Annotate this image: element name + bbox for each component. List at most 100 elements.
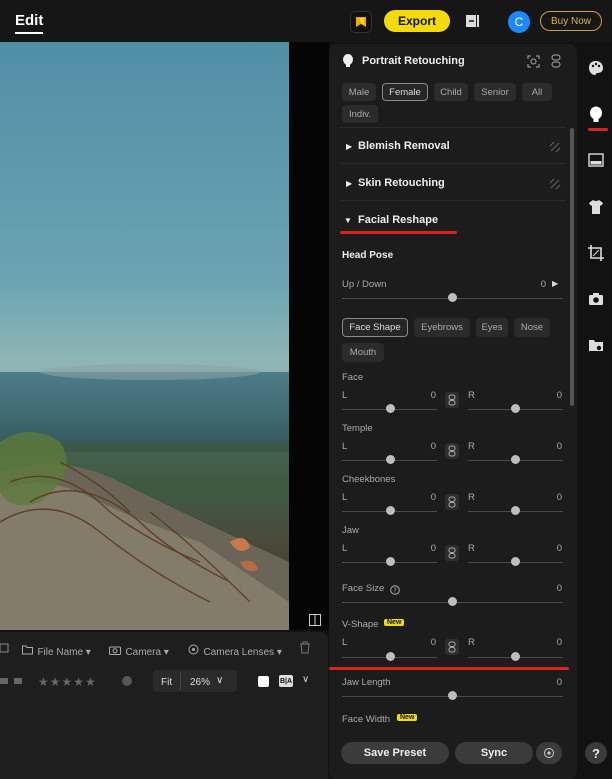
jaw-length-slider-knob[interactable] — [448, 691, 457, 700]
filter-icon[interactable] — [0, 641, 10, 653]
v-shape-l-value[interactable]: 0 — [416, 637, 436, 648]
trash-icon[interactable] — [299, 641, 311, 654]
zoom-divider — [180, 672, 181, 690]
tab-eyes[interactable]: Eyes — [476, 318, 508, 337]
eraser-icon[interactable] — [549, 177, 561, 190]
temple-l-knob[interactable] — [386, 455, 395, 464]
tab-nose[interactable]: Nose — [514, 318, 550, 337]
jaw-length-value[interactable]: 0 — [542, 677, 562, 688]
photo-canvas[interactable] — [0, 42, 289, 630]
head-pose-title: Head Pose — [342, 250, 394, 261]
camera-icon[interactable] — [588, 291, 604, 307]
face-r-knob[interactable] — [511, 404, 520, 413]
caret-right-icon[interactable]: ▶ — [346, 142, 352, 151]
tab-mouth[interactable]: Mouth — [342, 343, 384, 362]
cheekbones-r-value[interactable]: 0 — [542, 492, 562, 503]
jaw-r-label: R — [468, 543, 475, 554]
section-blemish-removal[interactable]: Blemish Removal — [358, 140, 450, 152]
tab-male[interactable]: Male — [342, 83, 376, 101]
zoom-level[interactable]: 26% — [190, 677, 210, 688]
active-tool-indicator — [588, 128, 608, 131]
fit-button[interactable]: Fit — [161, 677, 172, 688]
sync-settings-button[interactable] — [536, 742, 562, 764]
chevron-down-icon[interactable]: ∨ — [216, 675, 223, 686]
v-shape-r-value[interactable]: 0 — [542, 637, 562, 648]
lens-icon — [188, 644, 199, 655]
background-color-swatch[interactable] — [258, 676, 269, 687]
up-down-value[interactable]: 0 — [526, 279, 546, 290]
link-lr-icon[interactable] — [445, 494, 459, 510]
page-title[interactable]: Edit — [15, 12, 43, 29]
info-icon[interactable]: ? — [390, 582, 400, 595]
folder-icon — [22, 645, 33, 655]
save-preset-button[interactable]: Save Preset — [341, 742, 449, 764]
face-scan-icon[interactable] — [527, 55, 540, 68]
help-button[interactable]: ? — [585, 742, 607, 764]
camera-filter[interactable]: Camera ▾ — [109, 642, 169, 660]
temple-r-knob[interactable] — [511, 455, 520, 464]
file-name-filter[interactable]: File Name ▾ — [22, 642, 91, 660]
tab-individual[interactable]: Indiv. — [342, 105, 378, 123]
tab-eyebrows[interactable]: Eyebrows — [414, 318, 470, 337]
palette-icon[interactable] — [588, 60, 604, 76]
face-size-value[interactable]: 0 — [542, 583, 562, 594]
app-logo-icon — [350, 11, 372, 33]
face-r-label: R — [468, 390, 475, 401]
v-shape-l-knob[interactable] — [386, 652, 395, 661]
star-rating[interactable]: ★★★★★ — [38, 675, 97, 689]
tab-face-shape[interactable]: Face Shape — [342, 318, 408, 337]
color-label-dot[interactable] — [122, 676, 132, 686]
link-lr-icon[interactable] — [445, 443, 459, 459]
tab-child[interactable]: Child — [434, 83, 468, 101]
flag-icons[interactable] — [0, 674, 26, 686]
tab-senior[interactable]: Senior — [474, 83, 516, 101]
camera-lenses-filter[interactable]: Camera Lenses ▾ — [188, 642, 282, 660]
chevron-down-icon[interactable]: ∨ — [302, 674, 309, 685]
cheekbones-r-knob[interactable] — [511, 506, 520, 515]
portrait-icon[interactable] — [588, 106, 604, 122]
up-down-slider-knob[interactable] — [448, 293, 457, 302]
cheekbones-l-value[interactable]: 0 — [416, 492, 436, 503]
highlight-line — [329, 667, 569, 670]
tab-all[interactable]: All — [522, 83, 552, 101]
caret-right-icon[interactable]: ▶ — [552, 279, 558, 288]
eraser-icon[interactable] — [549, 140, 561, 153]
caret-right-icon[interactable]: ▶ — [346, 179, 352, 188]
folder-view-icon[interactable] — [588, 337, 604, 353]
jaw-r-knob[interactable] — [511, 557, 520, 566]
face-l-knob[interactable] — [386, 404, 395, 413]
link-lr-icon[interactable] — [445, 545, 459, 561]
link-lr-icon[interactable] — [445, 392, 459, 408]
avatar[interactable]: C — [508, 11, 530, 33]
jaw-r-value[interactable]: 0 — [542, 543, 562, 554]
background-icon[interactable] — [588, 152, 604, 168]
crop-icon[interactable] — [588, 245, 604, 261]
before-after-button[interactable]: B|A — [279, 675, 293, 687]
buy-now-button[interactable]: Buy Now — [540, 11, 602, 31]
link-lr-icon[interactable] — [445, 639, 459, 655]
link-icon[interactable] — [551, 54, 561, 68]
split-view-icon[interactable] — [309, 613, 321, 626]
jaw-l-knob[interactable] — [386, 557, 395, 566]
jaw-l-label: L — [342, 543, 348, 554]
export-button[interactable]: Export — [384, 10, 450, 32]
tab-female[interactable]: Female — [382, 83, 428, 101]
clothing-icon[interactable] — [588, 199, 604, 215]
section-skin-retouching[interactable]: Skin Retouching — [358, 177, 445, 189]
temple-r-value[interactable]: 0 — [542, 441, 562, 452]
v-shape-r-knob[interactable] — [511, 652, 520, 661]
camera-lenses-label: Camera Lenses — [203, 647, 275, 658]
jaw-l-value[interactable]: 0 — [416, 543, 436, 554]
section-facial-reshape[interactable]: Facial Reshape — [358, 214, 438, 226]
temple-l-value[interactable]: 0 — [416, 441, 436, 452]
face-l-value[interactable]: 0 — [416, 390, 436, 401]
panel-scrollbar[interactable] — [570, 128, 574, 406]
cheekbones-l-knob[interactable] — [386, 506, 395, 515]
divider — [340, 127, 566, 128]
sync-button[interactable]: Sync — [455, 742, 533, 764]
face-r-value[interactable]: 0 — [542, 390, 562, 401]
exit-icon[interactable] — [465, 13, 481, 29]
face-size-slider-knob[interactable] — [448, 597, 457, 606]
tab-underline — [15, 32, 43, 34]
caret-down-icon[interactable]: ▼ — [344, 216, 352, 225]
